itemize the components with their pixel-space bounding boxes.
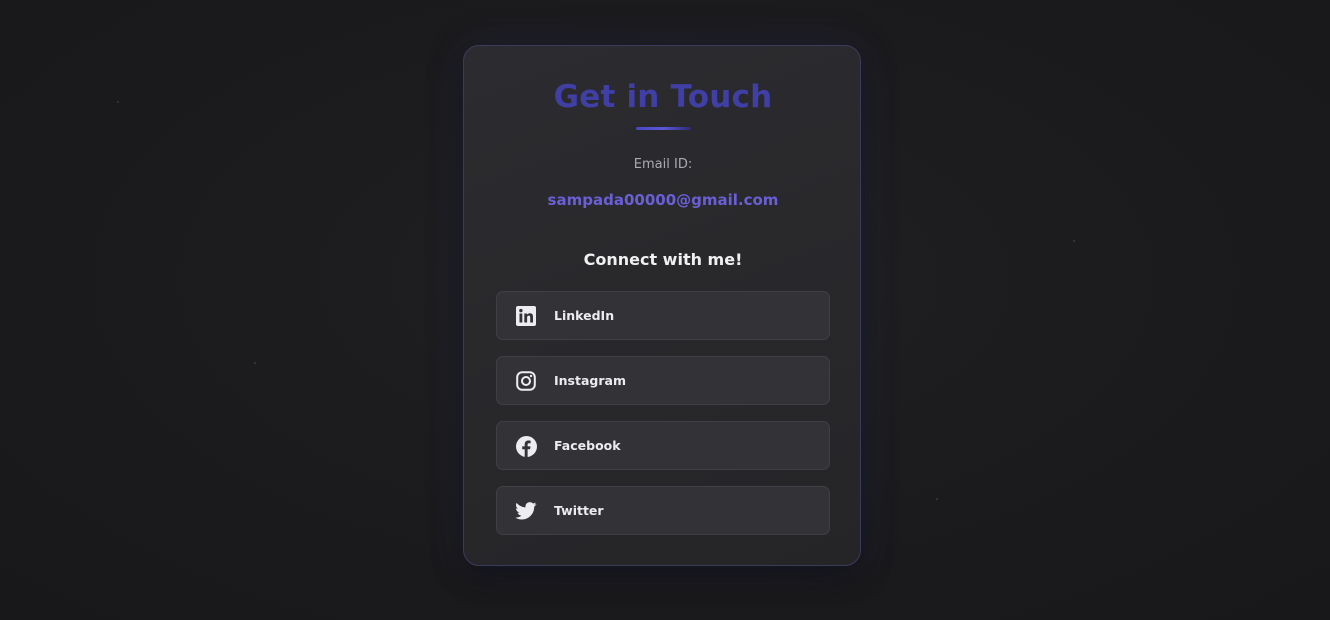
linkedin-button[interactable]: LinkedIn [496, 291, 830, 340]
title-underline [636, 127, 691, 130]
page-title: Get in Touch [553, 79, 773, 115]
background-star [936, 498, 938, 500]
linkedin-label: LinkedIn [554, 308, 615, 323]
facebook-label: Facebook [554, 438, 621, 453]
background-star [117, 101, 119, 103]
twitter-icon [515, 500, 537, 522]
background-star [254, 362, 256, 364]
contact-card: Get in Touch Email ID: sampada00000@gmai… [463, 45, 861, 566]
facebook-icon [515, 435, 537, 457]
background-star [1073, 240, 1075, 242]
instagram-label: Instagram [554, 373, 626, 388]
linkedin-icon [515, 305, 537, 327]
twitter-label: Twitter [554, 503, 604, 518]
instagram-icon [515, 370, 537, 392]
email-label: Email ID: [633, 157, 693, 172]
twitter-button[interactable]: Twitter [496, 486, 830, 535]
facebook-button[interactable]: Facebook [496, 421, 830, 470]
connect-heading: Connect with me! [583, 250, 743, 269]
instagram-button[interactable]: Instagram [496, 356, 830, 405]
email-link[interactable]: sampada00000@gmail.com [464, 190, 862, 210]
page-background: Get in Touch Email ID: sampada00000@gmai… [0, 0, 1330, 620]
